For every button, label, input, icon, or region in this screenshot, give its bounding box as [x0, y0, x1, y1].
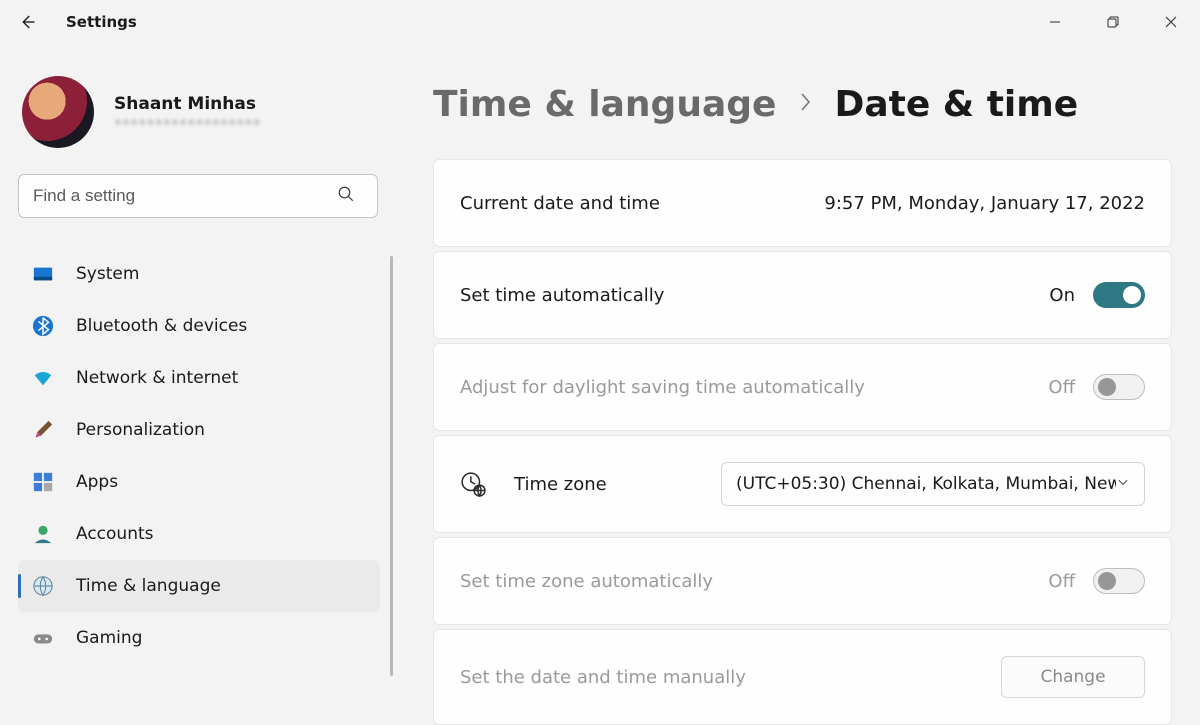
chevron-right-icon [798, 92, 812, 118]
card-label: Set the date and time manually [460, 667, 746, 688]
card-left: Time zone [460, 471, 607, 497]
card-label: Time zone [514, 474, 607, 495]
sidebar-item-label: Accounts [76, 524, 154, 544]
search-input[interactable] [18, 174, 378, 218]
dst-auto-toggle [1093, 374, 1145, 400]
sidebar-scrollbar[interactable] [390, 256, 393, 676]
sidebar-item-label: Bluetooth & devices [76, 316, 247, 336]
card-label: Adjust for daylight saving time automati… [460, 377, 865, 398]
change-button: Change [1001, 656, 1145, 698]
minimize-button[interactable] [1026, 0, 1084, 44]
sidebar-item-label: Gaming [76, 628, 142, 648]
card-set-time-auto: Set time automatically On [433, 251, 1172, 339]
avatar [22, 76, 94, 148]
app-title: Settings [66, 13, 137, 31]
sidebar-item-label: Apps [76, 472, 118, 492]
sidebar-item-label: Personalization [76, 420, 205, 440]
back-arrow-icon [18, 13, 36, 31]
maximize-button[interactable] [1084, 0, 1142, 44]
sidebar-item-bluetooth[interactable]: Bluetooth & devices [18, 300, 380, 352]
sidebar-item-label: Network & internet [76, 368, 238, 388]
card-label: Set time zone automatically [460, 571, 713, 592]
set-time-auto-toggle[interactable] [1093, 282, 1145, 308]
card-label: Set time automatically [460, 285, 664, 306]
sidebar: Shaant Minhas •••••••••••••••••• Sy [0, 44, 395, 725]
sidebar-item-time-language[interactable]: Time & language [18, 560, 380, 612]
sidebar-item-apps[interactable]: Apps [18, 456, 380, 508]
profile-text: Shaant Minhas •••••••••••••••••• [114, 94, 261, 131]
globe-clock-icon [32, 575, 54, 597]
bluetooth-icon [32, 315, 54, 337]
body: Shaant Minhas •••••••••••••••••• Sy [0, 44, 1200, 725]
change-button-label: Change [1040, 667, 1105, 687]
breadcrumb-parent[interactable]: Time & language [433, 84, 776, 125]
toggle-state-label: Off [1048, 377, 1075, 398]
breadcrumb-current: Date & time [834, 84, 1078, 125]
sidebar-item-system[interactable]: System [18, 248, 380, 300]
card-manual: Set the date and time manually Change [433, 629, 1172, 725]
window-controls [1026, 0, 1200, 44]
back-button[interactable] [18, 13, 36, 31]
chevron-down-icon [1116, 474, 1130, 494]
search-wrap [18, 174, 383, 218]
card-tz-auto: Set time zone automatically Off [433, 537, 1172, 625]
card-right: On [1049, 282, 1145, 308]
settings-cards: Current date and time 9:57 PM, Monday, J… [433, 159, 1172, 725]
profile-name: Shaant Minhas [114, 94, 261, 114]
paintbrush-icon [32, 419, 54, 441]
timezone-selected-value: (UTC+05:30) Chennai, Kolkata, Mumbai, Ne… [736, 474, 1116, 494]
sidebar-item-network[interactable]: Network & internet [18, 352, 380, 404]
current-datetime-value: 9:57 PM, Monday, January 17, 2022 [824, 193, 1145, 214]
settings-window: Settings Shaant Minhas [0, 0, 1200, 725]
profile-email: •••••••••••••••••• [114, 116, 261, 131]
toggle-state-label: On [1049, 285, 1075, 306]
sidebar-item-label: Time & language [76, 576, 221, 596]
system-icon [32, 263, 54, 285]
close-button[interactable] [1142, 0, 1200, 44]
sidebar-item-personalization[interactable]: Personalization [18, 404, 380, 456]
title-bar: Settings [0, 0, 1200, 44]
nav: System Bluetooth & devices Network & int… [18, 248, 383, 664]
sidebar-item-gaming[interactable]: Gaming [18, 612, 380, 664]
profile-block[interactable]: Shaant Minhas •••••••••••••••••• [18, 76, 383, 148]
card-time-zone: Time zone (UTC+05:30) Chennai, Kolkata, … [433, 435, 1172, 533]
main-content: Time & language Date & time Current date… [395, 44, 1200, 725]
card-right: Off [1048, 374, 1145, 400]
accounts-icon [32, 523, 54, 545]
sidebar-item-label: System [76, 264, 139, 284]
card-current-datetime: Current date and time 9:57 PM, Monday, J… [433, 159, 1172, 247]
timezone-icon [460, 471, 486, 497]
card-dst-auto: Adjust for daylight saving time automati… [433, 343, 1172, 431]
timezone-select[interactable]: (UTC+05:30) Chennai, Kolkata, Mumbai, Ne… [721, 462, 1145, 506]
card-label: Current date and time [460, 193, 660, 214]
toggle-state-label: Off [1048, 571, 1075, 592]
wifi-icon [32, 367, 54, 389]
sidebar-item-accounts[interactable]: Accounts [18, 508, 380, 560]
card-right: Off [1048, 568, 1145, 594]
title-bar-left: Settings [18, 13, 137, 31]
apps-icon [32, 471, 54, 493]
gaming-icon [32, 627, 54, 649]
breadcrumb: Time & language Date & time [433, 84, 1172, 125]
tz-auto-toggle [1093, 568, 1145, 594]
